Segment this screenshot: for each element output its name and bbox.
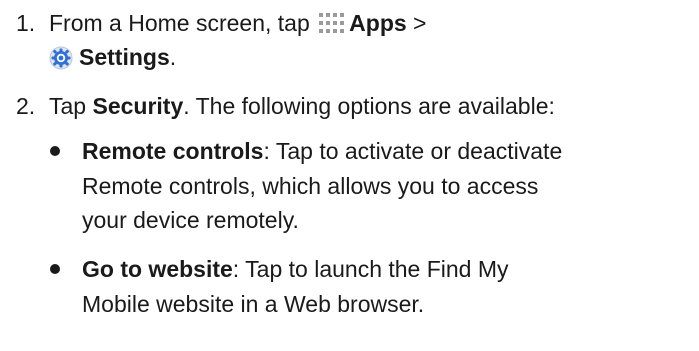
apps-grid-icon — [319, 13, 345, 33]
remote-controls-desc-1: : Tap to activate or deactivate — [263, 138, 563, 164]
bullet-remote-controls — [50, 146, 60, 156]
option-remote-controls-line-1: Remote controls: Tap to activate or deac… — [82, 136, 562, 166]
step-1-line-2: Settings. — [49, 42, 176, 72]
step-1-text: From a Home screen, tap — [49, 10, 310, 36]
option-go-to-website-line-1: Go to website: Tap to launch the Find My — [82, 254, 509, 284]
go-to-website-desc-1: : Tap to launch the Find My — [232, 256, 509, 282]
remote-controls-desc-2: Remote controls, which allows you to acc… — [82, 173, 539, 199]
instruction-document: 1. From a Home screen, tap Apps > Settin… — [0, 0, 699, 351]
step-1-line-1: From a Home screen, tap Apps > — [49, 8, 426, 38]
settings-gear-icon — [49, 46, 73, 70]
go-to-website-desc-2: Mobile website in a Web browser. — [82, 291, 425, 317]
security-label: Security — [92, 93, 184, 119]
settings-period: . — [169, 44, 177, 70]
remote-controls-desc-3: your device remotely. — [82, 207, 299, 233]
bullet-go-to-website — [50, 264, 60, 274]
step-2-number: 2. — [16, 93, 36, 119]
settings-label: Settings — [79, 44, 170, 70]
step-2-rest-text: . The following options are available: — [183, 93, 555, 119]
step-2-line-1: Tap Security. The following options are … — [49, 91, 555, 121]
remote-controls-title: Remote controls — [82, 138, 264, 164]
go-to-website-title: Go to website — [82, 256, 233, 282]
breadcrumb-separator: > — [413, 10, 427, 36]
step-2-tap-text: Tap — [49, 93, 87, 119]
apps-label: Apps — [349, 10, 407, 36]
step-1-number: 1. — [16, 10, 36, 36]
